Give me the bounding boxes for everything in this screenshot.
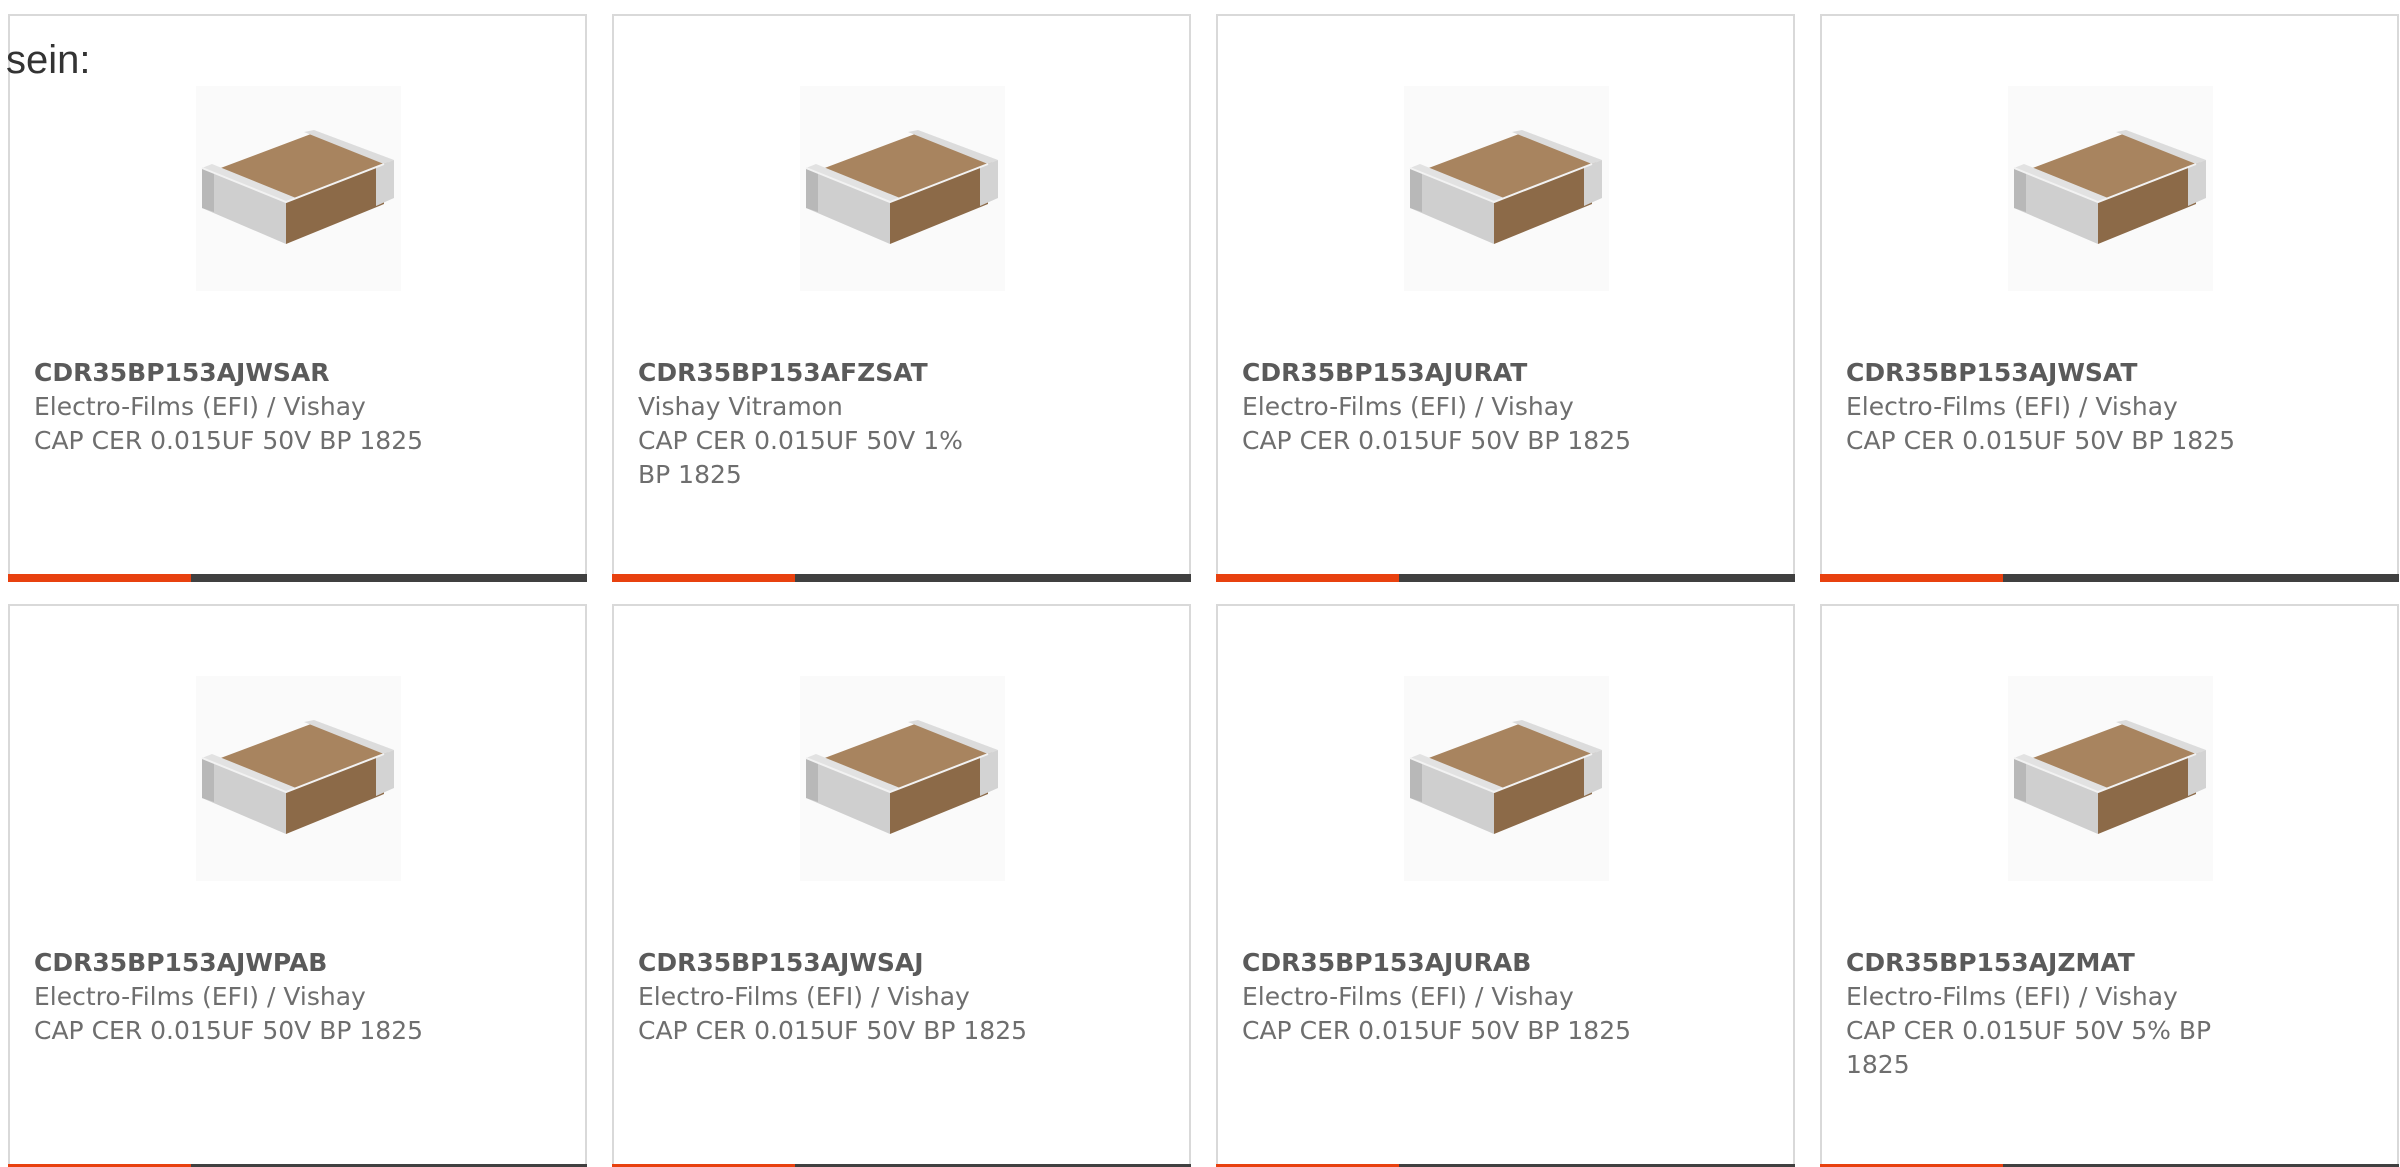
description: CAP CER 0.015UF 50V BP 1825 [638, 1016, 1028, 1045]
product-info: CDR35BP153AFZSAT Vishay Vitramon CAP CER… [638, 356, 1058, 492]
capacitor-image[interactable] [1404, 86, 1609, 291]
capacitor-image[interactable] [196, 676, 401, 881]
manufacturer: Electro-Films (EFI) / Vishay [34, 982, 366, 1011]
capacitor-image[interactable] [1404, 676, 1609, 881]
product-info: CDR35BP153AJWSAR Electro-Films (EFI) / V… [34, 356, 454, 458]
product-info: CDR35BP153AJWSAJ Electro-Films (EFI) / V… [638, 946, 1058, 1048]
product-grid: CDR35BP153AJWSAR Electro-Films (EFI) / V… [8, 14, 2400, 1167]
manufacturer: Electro-Films (EFI) / Vishay [638, 982, 970, 1011]
product-card[interactable]: CDR35BP153AJWPAB Electro-Films (EFI) / V… [8, 604, 587, 1167]
product-card[interactable]: CDR35BP153AJZMAT Electro-Films (EFI) / V… [1820, 604, 2399, 1167]
manufacturer: Electro-Films (EFI) / Vishay [1846, 982, 2178, 1011]
description: CAP CER 0.015UF 50V BP 1825 [1242, 1016, 1632, 1045]
description: CAP CER 0.015UF 50V BP 1825 [34, 1016, 424, 1045]
manufacturer: Electro-Films (EFI) / Vishay [1242, 392, 1574, 421]
card-accent-bar [8, 574, 191, 582]
product-info: CDR35BP153AJURAB Electro-Films (EFI) / V… [1242, 946, 1662, 1048]
product-info: CDR35BP153AJWPAB Electro-Films (EFI) / V… [34, 946, 454, 1048]
manufacturer: Electro-Films (EFI) / Vishay [1846, 392, 2178, 421]
capacitor-image[interactable] [800, 86, 1005, 291]
part-number[interactable]: CDR35BP153AJZMAT [1846, 946, 2266, 980]
manufacturer: Electro-Films (EFI) / Vishay [34, 392, 366, 421]
description: CAP CER 0.015UF 50V 1% BP 1825 [638, 426, 963, 489]
capacitor-image[interactable] [2008, 86, 2213, 291]
description: CAP CER 0.015UF 50V BP 1825 [1846, 426, 2236, 455]
part-number[interactable]: CDR35BP153AJWSAR [34, 356, 454, 390]
part-number[interactable]: CDR35BP153AJURAB [1242, 946, 1662, 980]
product-card[interactable]: CDR35BP153AJWSAT Electro-Films (EFI) / V… [1820, 14, 2399, 582]
product-info: CDR35BP153AJURAT Electro-Films (EFI) / V… [1242, 356, 1662, 458]
manufacturer: Vishay Vitramon [638, 392, 843, 421]
part-number[interactable]: CDR35BP153AJWPAB [34, 946, 454, 980]
part-number[interactable]: CDR35BP153AFZSAT [638, 356, 1058, 390]
manufacturer: Electro-Films (EFI) / Vishay [1242, 982, 1574, 1011]
part-number[interactable]: CDR35BP153AJURAT [1242, 356, 1662, 390]
product-card[interactable]: CDR35BP153AFZSAT Vishay Vitramon CAP CER… [612, 14, 1191, 582]
card-accent-bar [612, 574, 795, 582]
intro-text: sein: [6, 38, 91, 82]
card-bottom-bar [8, 574, 587, 582]
product-card[interactable]: CDR35BP153AJURAT Electro-Films (EFI) / V… [1216, 14, 1795, 582]
product-info: CDR35BP153AJWSAT Electro-Films (EFI) / V… [1846, 356, 2266, 458]
capacitor-image[interactable] [800, 676, 1005, 881]
card-bottom-bar [612, 574, 1191, 582]
page: sein: CDR35BP153AJWSAR Electro-Films (EF… [0, 0, 2400, 1167]
description: CAP CER 0.015UF 50V BP 1825 [1242, 426, 1632, 455]
card-bottom-bar [1820, 574, 2399, 582]
capacitor-image[interactable] [196, 86, 401, 291]
product-card[interactable]: CDR35BP153AJURAB Electro-Films (EFI) / V… [1216, 604, 1795, 1167]
part-number[interactable]: CDR35BP153AJWSAT [1846, 356, 2266, 390]
product-card[interactable]: CDR35BP153AJWSAJ Electro-Films (EFI) / V… [612, 604, 1191, 1167]
product-info: CDR35BP153AJZMAT Electro-Films (EFI) / V… [1846, 946, 2266, 1082]
card-accent-bar [1820, 574, 2003, 582]
description: CAP CER 0.015UF 50V BP 1825 [34, 426, 424, 455]
description: CAP CER 0.015UF 50V 5% BP 1825 [1846, 1016, 2212, 1079]
part-number[interactable]: CDR35BP153AJWSAJ [638, 946, 1058, 980]
product-card[interactable]: CDR35BP153AJWSAR Electro-Films (EFI) / V… [8, 14, 587, 582]
capacitor-image[interactable] [2008, 676, 2213, 881]
card-bottom-bar [1216, 574, 1795, 582]
card-accent-bar [1216, 574, 1399, 582]
